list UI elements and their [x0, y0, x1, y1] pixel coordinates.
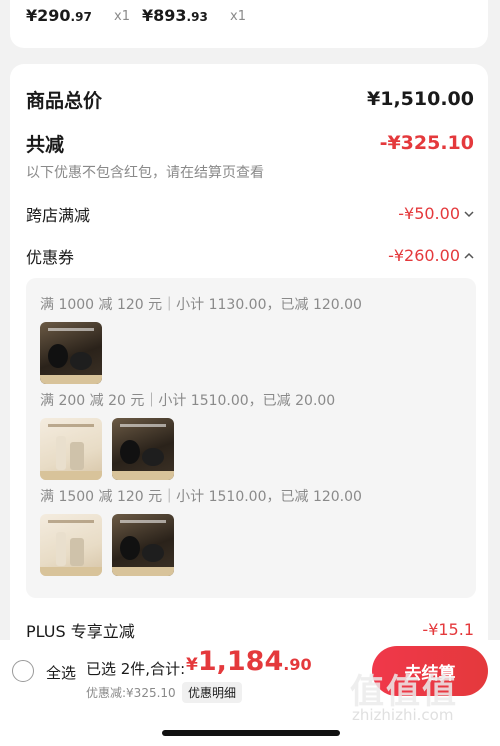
item-price-int: ¥893 — [142, 6, 187, 25]
item-price-dec: .93 — [186, 10, 208, 24]
home-indicator — [162, 730, 340, 736]
coupon-label: 优惠券 — [26, 248, 75, 267]
reduce-label: 共减 — [26, 134, 65, 156]
product-thumbnail[interactable] — [40, 418, 102, 480]
total-value: ¥1,510.00 — [367, 88, 474, 110]
price-summary-card: 商品总价 ¥1,510.00 共减 -¥325.10 以下优惠不包含红包，请在结… — [10, 64, 488, 664]
product-thumbnail[interactable] — [112, 418, 174, 480]
item-price-int: ¥290 — [26, 6, 71, 25]
product-thumbnail[interactable] — [40, 322, 102, 384]
item-qty: x1 — [230, 9, 246, 24]
total-int: 1,184 — [197, 646, 284, 677]
coupon-value: -¥260.00 — [388, 246, 460, 265]
total-label: 商品总价 — [26, 90, 103, 112]
currency-symbol: ¥ — [186, 655, 198, 675]
coupon-detail-box: 满 1000 减 120 元｜小计 1130.00，已减 120.00 满 20… — [26, 278, 476, 598]
chevron-down-icon — [464, 207, 474, 221]
total-dec: .90 — [283, 655, 312, 674]
product-price-strip: ¥290.97 x1 ¥893.93 x1 — [10, 0, 488, 48]
discount-detail-button[interactable]: 优惠明细 — [182, 682, 243, 703]
radio-icon[interactable] — [12, 660, 34, 682]
item-price: ¥893.93 — [142, 6, 208, 25]
total-amount: ¥1,184.90 — [186, 646, 312, 677]
plus-label: PLUS 专享立减 — [26, 622, 135, 641]
cross-store-toggle[interactable]: -¥50.00 — [398, 204, 474, 223]
watermark: 值值值 zhizhizhi.com — [346, 664, 496, 728]
plus-value: -¥15.1 — [422, 620, 474, 639]
chevron-up-icon — [464, 249, 474, 263]
discount-text: 优惠减:¥325.10 — [86, 686, 176, 700]
watermark-text: zhizhizhi.com — [352, 706, 454, 724]
coupon-toggle[interactable]: -¥260.00 — [388, 246, 474, 265]
coupon-rule: 满 1500 减 120 元｜小计 1510.00，已减 120.00 — [40, 489, 362, 505]
product-thumbnail[interactable] — [112, 514, 174, 576]
cross-store-value: -¥50.00 — [398, 204, 460, 223]
select-all-label[interactable]: 全选 — [46, 662, 76, 683]
reduce-value: -¥325.10 — [379, 132, 474, 154]
product-thumbnail[interactable] — [40, 514, 102, 576]
hint-text: 以下优惠不包含红包，请在结算页查看 — [26, 165, 264, 181]
selected-count: 已选 2件,合计: — [86, 660, 186, 678]
coupon-rule: 满 200 减 20 元｜小计 1510.00，已减 20.00 — [40, 393, 336, 409]
cross-store-label: 跨店满减 — [26, 206, 91, 225]
item-price: ¥290.97 — [26, 6, 92, 25]
item-price-dec: .97 — [70, 10, 92, 24]
item-qty: x1 — [114, 9, 130, 24]
coupon-rule: 满 1000 减 120 元｜小计 1130.00，已减 120.00 — [40, 297, 362, 313]
